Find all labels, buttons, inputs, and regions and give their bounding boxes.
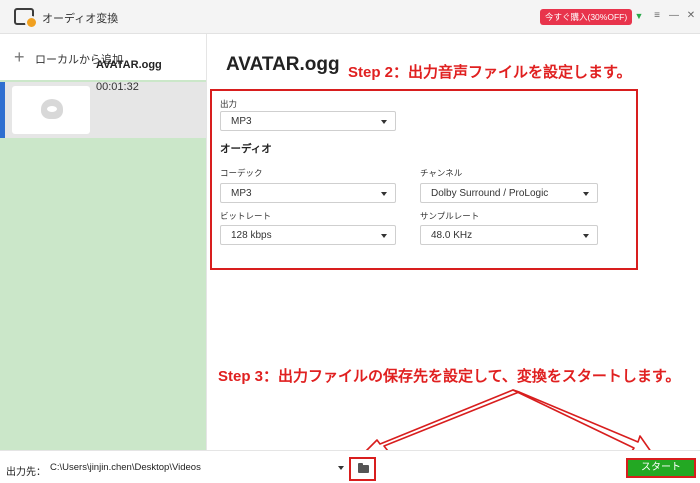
file-duration: 00:01:32 — [96, 81, 139, 93]
start-button[interactable]: スタート — [626, 458, 696, 478]
chevron-down-icon — [381, 120, 387, 124]
audio-section-heading: オーディオ — [220, 143, 272, 155]
samplerate-select[interactable]: 48.0 KHz — [420, 225, 598, 245]
step2-annotation: Step 2：出力音声ファイルを設定します。 — [348, 64, 632, 81]
file-name: AVATAR.ogg — [96, 59, 162, 71]
app-logo-icon — [14, 8, 38, 29]
app-title: オーディオ変換 — [42, 13, 119, 25]
channel-label: チャンネル — [420, 168, 463, 178]
file-thumbnail — [12, 86, 90, 134]
bitrate-value: 128 kbps — [231, 230, 272, 241]
folder-icon — [358, 463, 369, 473]
channel-select[interactable]: Dolby Surround / ProLogic — [420, 183, 598, 203]
chevron-down-icon — [583, 234, 589, 238]
bitrate-select[interactable]: 128 kbps — [220, 225, 396, 245]
bitrate-label: ビットレート — [220, 211, 272, 221]
chevron-down-icon — [338, 466, 344, 470]
add-local-button[interactable]: + ローカルから追加 — [0, 34, 206, 80]
output-format-value: MP3 — [231, 116, 252, 127]
open-folder-button[interactable] — [349, 457, 376, 481]
codec-label: コーデック — [220, 168, 263, 178]
panel-divider — [206, 34, 207, 450]
menu-icon[interactable]: ≡ — [650, 8, 664, 24]
samplerate-value: 48.0 KHz — [431, 230, 473, 241]
gift-icon[interactable]: ▼ — [632, 8, 646, 24]
codec-value: MP3 — [231, 188, 252, 199]
close-icon[interactable]: ✕ — [684, 8, 698, 24]
codec-select[interactable]: MP3 — [220, 183, 396, 203]
output-path-select[interactable]: C:\Users\jinjin.chen\Desktop\Videos — [45, 458, 347, 478]
output-path-value: C:\Users\jinjin.chen\Desktop\Videos — [50, 462, 201, 473]
output-format-label: 出力 — [220, 99, 238, 109]
chevron-down-icon — [381, 234, 387, 238]
title-bar: オーディオ変換 今すぐ購入(30%OFF) ▼ ≡ — ✕ — [0, 0, 700, 34]
channel-value: Dolby Surround / ProLogic — [431, 188, 549, 199]
samplerate-label: サンプルレート — [420, 211, 480, 221]
chevron-down-icon — [381, 192, 387, 196]
minimize-icon[interactable]: — — [667, 8, 681, 24]
promo-button[interactable]: 今すぐ購入(30%OFF) — [540, 9, 633, 25]
output-destination-label: 出力先： — [6, 467, 46, 478]
page-title: AVATAR.ogg — [226, 54, 340, 75]
file-list-panel: + ローカルから追加 — [0, 34, 206, 450]
plus-icon: + — [14, 47, 25, 67]
step3-annotation: Step 3：出力ファイルの保存先を設定して、変換をスタートします。 — [218, 368, 681, 385]
output-format-select[interactable]: MP3 — [220, 111, 396, 131]
chevron-down-icon — [583, 192, 589, 196]
audio-file-icon — [41, 99, 63, 119]
